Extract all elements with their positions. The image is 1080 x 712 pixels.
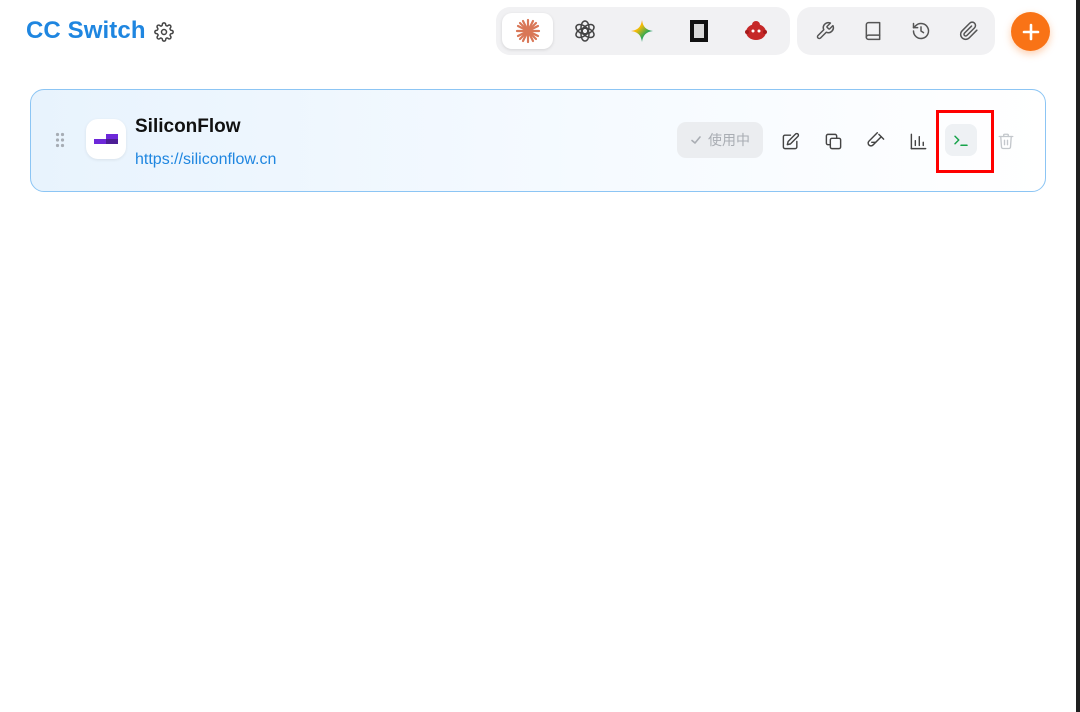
stats-icon [910, 133, 926, 149]
tab-claude[interactable] [502, 13, 553, 49]
siliconflow-logo-icon [94, 134, 118, 144]
stats-button[interactable] [903, 126, 933, 156]
tools-button[interactable] [803, 13, 847, 49]
test-icon [866, 131, 884, 147]
tab-codex[interactable] [559, 13, 610, 49]
terminal-button[interactable] [945, 124, 977, 156]
check-icon [691, 136, 701, 144]
book-icon [865, 21, 881, 41]
wrench-icon [816, 21, 835, 40]
trash-icon [998, 133, 1014, 150]
drag-handle[interactable] [55, 132, 65, 153]
tab-gemini[interactable] [616, 13, 667, 49]
provider-url-link[interactable]: https://siliconflow.cn [135, 151, 276, 169]
attachments-button[interactable] [947, 13, 991, 49]
provider-logo [86, 119, 126, 159]
in-use-label: 使用中 [708, 132, 750, 148]
tool-bar [797, 7, 995, 55]
paperclip-icon [959, 21, 978, 41]
grip-icon [55, 132, 65, 148]
docs-button[interactable] [851, 13, 895, 49]
terminal-icon [954, 135, 968, 146]
provider-name: SiliconFlow [135, 116, 241, 137]
gear-icon [154, 22, 174, 42]
app-title: CC Switch [26, 17, 146, 44]
red-mascot-icon [744, 21, 767, 40]
tab-other[interactable] [730, 13, 781, 49]
tab-opencode[interactable] [673, 13, 724, 49]
delete-button[interactable] [991, 126, 1021, 156]
duplicate-button[interactable] [818, 126, 848, 156]
copy-icon [825, 133, 841, 149]
window-edge [1076, 0, 1080, 712]
add-provider-button[interactable] [1011, 12, 1050, 51]
edit-button[interactable] [775, 126, 805, 156]
in-use-button[interactable]: 使用中 [677, 122, 763, 158]
history-icon [912, 22, 930, 40]
gemini-sparkle-icon [630, 20, 653, 42]
settings-button[interactable] [151, 19, 177, 45]
edit-icon [782, 132, 799, 149]
plus-icon [1022, 23, 1039, 40]
app-switcher [496, 7, 790, 55]
history-button[interactable] [899, 13, 943, 49]
test-button[interactable] [861, 126, 891, 156]
opencode-square-icon [689, 20, 708, 42]
provider-card[interactable]: SiliconFlow https://siliconflow.cn 使用中 [30, 89, 1046, 192]
claude-sunburst-icon [515, 18, 540, 44]
openai-knot-icon [574, 20, 595, 42]
